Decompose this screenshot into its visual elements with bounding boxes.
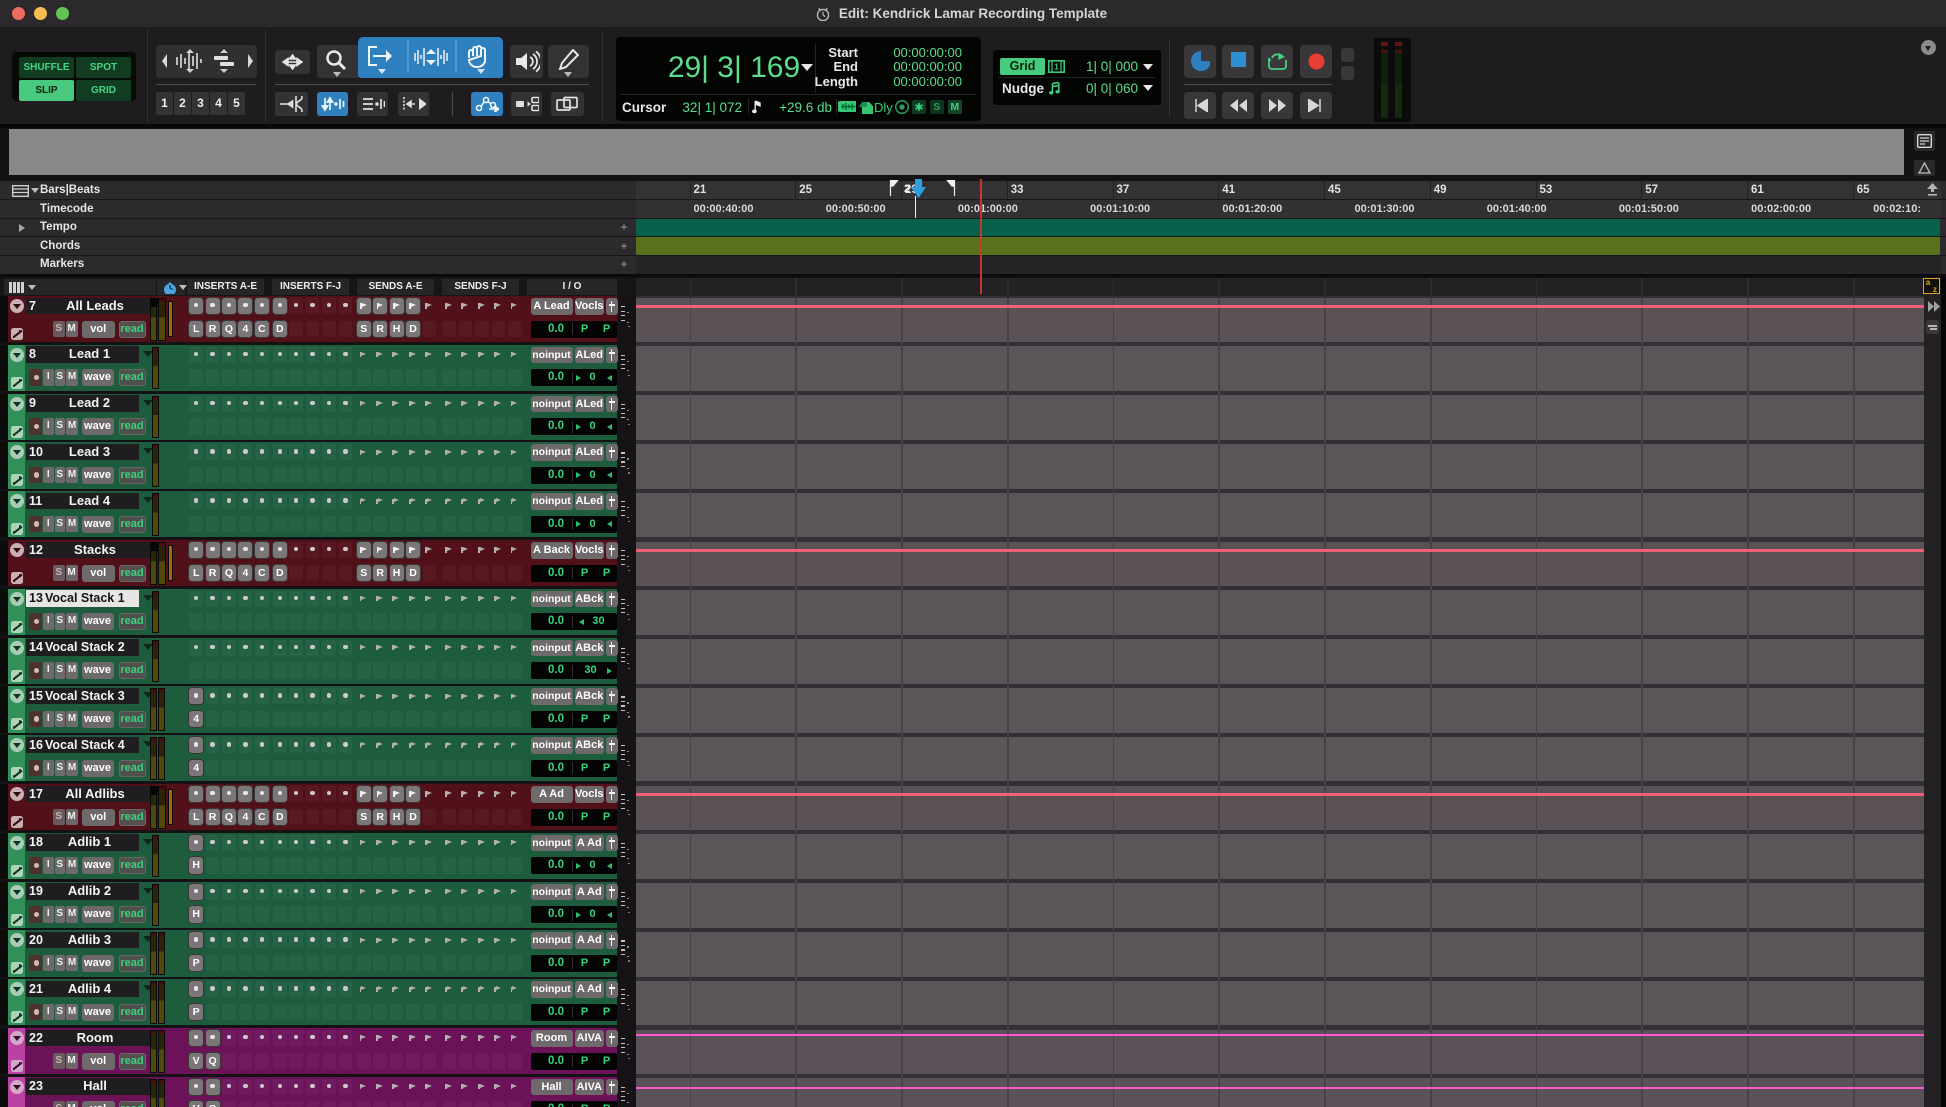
svg-text:1: 1 <box>1054 63 1059 72</box>
